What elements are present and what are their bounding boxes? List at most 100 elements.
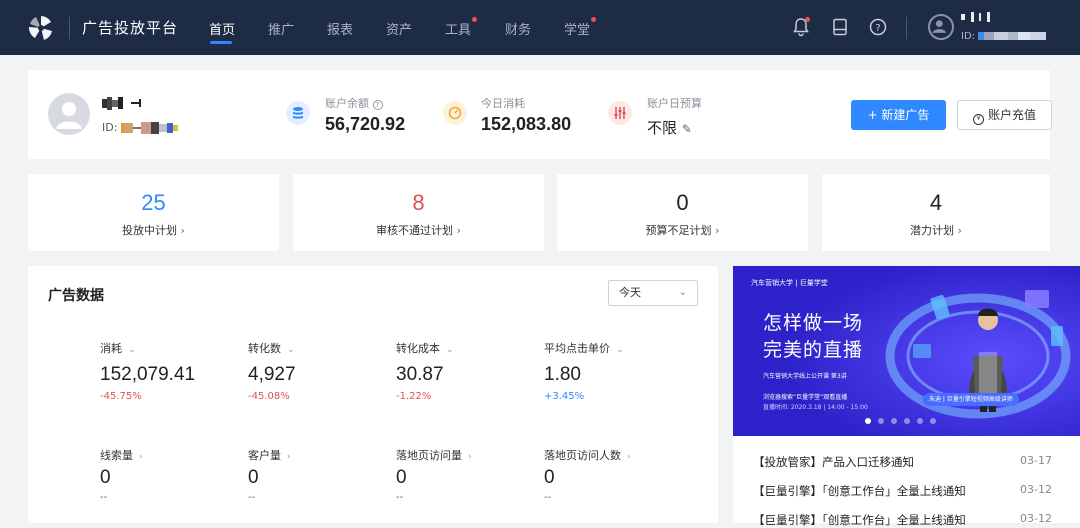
nav-tools[interactable]: 工具 (445, 19, 471, 38)
nav-promotion[interactable]: 推广 (268, 19, 294, 38)
banner-cta: 浏览器搜索“巨量学堂”观看直播 (763, 394, 848, 401)
carousel-dot[interactable] (930, 418, 936, 424)
nav-reports[interactable]: 报表 (327, 19, 353, 38)
account-avatar-icon (56, 102, 82, 129)
plan-card-low-budget[interactable]: 0 预算不足计划 › (557, 174, 808, 251)
chevron-down-icon: ⌄ (287, 345, 295, 355)
account-name (102, 95, 142, 111)
metric-leads-label[interactable]: 线索量 › (100, 447, 143, 463)
plan-label: 投放中计划 › (122, 224, 185, 237)
plan-card-rejected[interactable]: 8 审核不通过计划 › (293, 174, 544, 251)
metric-customers-change: -- (248, 492, 256, 503)
help-icon[interactable]: ? (867, 16, 889, 38)
metric-landing-visits-label[interactable]: 落地页访问量 › (396, 447, 472, 463)
notice-date: 03-12 (1020, 512, 1052, 525)
academy-notification-dot (591, 17, 596, 22)
bell-notification-dot (805, 17, 810, 22)
platform-logo-icon[interactable] (26, 13, 56, 43)
plan-card-active[interactable]: 25 投放中计划 › (28, 174, 279, 251)
date-range-select[interactable]: 今天 ⌄ (608, 280, 698, 306)
balance-label: 账户余额 ? (325, 95, 383, 111)
chevron-down-icon: ⌄ (616, 345, 624, 355)
new-ad-button[interactable]: + 新建广告 (851, 100, 946, 130)
carousel-dot[interactable] (865, 418, 871, 424)
banner-header: 汽车营销大学 | 巨量学堂 (751, 279, 828, 287)
notice-item[interactable]: 【投放管家】产品入口迁移通知 (753, 454, 914, 470)
plan-count: 8 (412, 190, 425, 215)
edit-pencil-icon[interactable]: ✎ (682, 122, 692, 136)
metric-leads-value: 0 (100, 467, 111, 488)
today-spend-value: 152,083.80 (481, 114, 572, 134)
user-avatar-icon[interactable] (928, 14, 954, 40)
notice-date: 03-12 (1020, 483, 1052, 496)
plan-count: 4 (929, 190, 943, 215)
chevron-down-icon: ⌄ (446, 345, 454, 355)
notice-date: 03-17 (1020, 454, 1052, 467)
brand-divider (69, 17, 70, 39)
notice-list: 【投放管家】产品入口迁移通知 03-17 【巨量引擎】「创意工作台」全量上线通知… (733, 436, 1080, 527)
top-nav-bar: 广告投放平台 首页 推广 报表 资产 工具 财务 学堂 ? ID: (0, 0, 1080, 55)
tools-notification-dot (472, 17, 477, 22)
carousel-dot[interactable] (904, 418, 910, 424)
promo-banner[interactable]: 汽车营销大学 | 巨量学堂 怎样做一场 完美的直播 汽车营销大学线上公开课 第3讲… (733, 266, 1080, 436)
plan-card-potential[interactable]: 4 潜力计划 › (822, 174, 1050, 251)
metric-spend-change: -45.75% (100, 391, 142, 402)
metric-spend-label[interactable]: 消耗 ⌄ (100, 340, 136, 356)
chevron-down-icon: ⌄ (128, 345, 136, 355)
banner-subtitle: 汽车营销大学线上公开课 第3讲 (763, 373, 847, 380)
metric-spend-value: 152,079.41 (100, 364, 196, 385)
carousel-dot[interactable] (917, 418, 923, 424)
document-icon[interactable] (829, 16, 851, 38)
notice-item[interactable]: 【巨量引擎】「创意工作台」全量上线通知 (753, 512, 966, 528)
metric-cpc-change: +3.45% (544, 391, 585, 402)
nav-home[interactable]: 首页 (209, 19, 235, 38)
metric-landing-visitors-label[interactable]: 落地页访问人数 › (544, 447, 631, 463)
chevron-right-icon: › (139, 452, 143, 462)
account-id: ID: (102, 121, 178, 134)
metric-cpa-value: 30.87 (396, 364, 444, 385)
chevron-right-icon: › (468, 452, 472, 462)
carousel-dot[interactable] (891, 418, 897, 424)
balance-database-icon (286, 101, 310, 125)
nav-active-indicator (210, 41, 232, 44)
metric-customers-label[interactable]: 客户量 › (248, 447, 291, 463)
plan-label: 潜力计划 › (910, 224, 962, 237)
chevron-right-icon: › (957, 224, 962, 237)
metric-leads-change: -- (100, 492, 108, 503)
recharge-button[interactable]: ¥ 账户充值 (957, 100, 1052, 130)
nav-finance[interactable]: 财务 (505, 19, 531, 38)
brand-title: 广告投放平台 (82, 19, 179, 37)
ad-data-title: 广告数据 (48, 288, 104, 304)
user-id: ID: (961, 31, 1047, 42)
chevron-right-icon: › (180, 224, 185, 237)
metric-conversions-change: -45.08% (248, 391, 290, 402)
notice-item[interactable]: 【巨量引擎】「创意工作台」全量上线通知 (753, 483, 966, 499)
chevron-right-icon: › (287, 452, 291, 462)
metric-cpa-change: -1.22% (396, 391, 432, 402)
svg-text:?: ? (875, 23, 880, 34)
account-avatar (48, 93, 90, 135)
balance-info-icon[interactable]: ? (372, 100, 383, 110)
metric-landing-visitors-change: -- (544, 492, 552, 503)
metric-conversions-label[interactable]: 转化数 ⌄ (248, 340, 295, 356)
daily-budget-label: 账户日预算 (647, 97, 702, 110)
nav-academy[interactable]: 学堂 (564, 19, 590, 38)
chevron-right-icon: › (715, 224, 720, 237)
user-divider (906, 17, 907, 39)
budget-sliders-icon (608, 101, 632, 125)
carousel-dots (865, 409, 943, 428)
metric-cpc-label[interactable]: 平均点击单价 ⌄ (544, 340, 624, 356)
banner-time: 直播时间: 2020.3.18 | 14:00 - 15:00 (763, 404, 868, 411)
plan-label: 预算不足计划 › (645, 224, 720, 237)
nav-assets[interactable]: 资产 (386, 19, 412, 38)
metric-conversions-value: 4,927 (248, 364, 296, 385)
metric-landing-visitors-value: 0 (544, 467, 555, 488)
chevron-right-icon: › (627, 452, 631, 462)
carousel-dot[interactable] (878, 418, 884, 424)
plan-label: 审核不通过计划 › (376, 224, 461, 237)
spend-gauge-icon (443, 101, 467, 125)
recharge-coin-icon: ¥ (972, 114, 984, 125)
metric-cpa-label[interactable]: 转化成本 ⌄ (396, 340, 454, 356)
plan-count: 25 (141, 190, 166, 215)
today-spend-label: 今日消耗 (481, 97, 525, 110)
